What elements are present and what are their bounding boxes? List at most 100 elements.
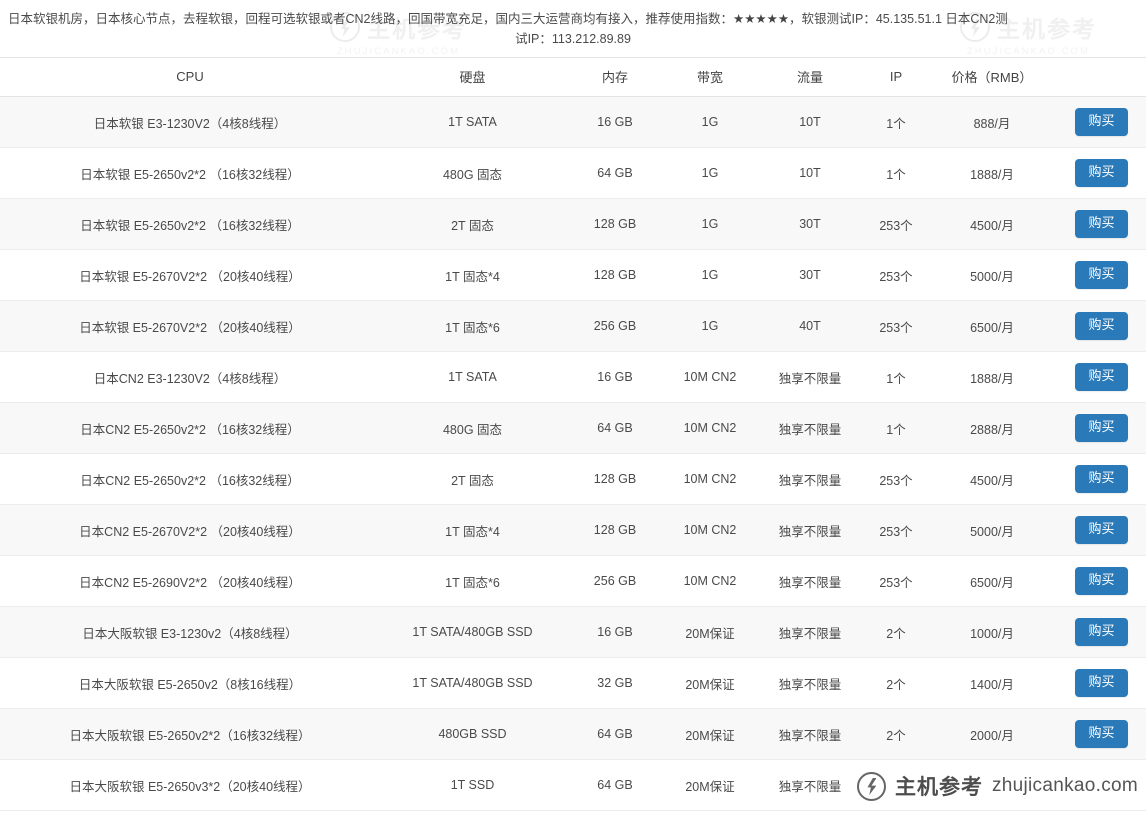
column-header-bandwidth: 带宽 [665, 57, 755, 97]
table-row: 日本软银 E5-2650v2*2 （16核32线程） 2T 固态 128 GB 1G 3… [0, 198, 1146, 250]
site-brand-logo: 主机参考 zhujicankao.com [843, 771, 1138, 801]
cell-ip: 1个 [865, 351, 927, 403]
cell-ip: 253个 [865, 453, 927, 505]
table-row: 日本CN2 E3-1230V2（4核8线程） 1T SATA 16 GB 10M CN… [0, 351, 1146, 403]
cell-traffic: 40T [755, 300, 865, 352]
cell-disk: 1T 固态*6 [380, 555, 565, 607]
cell-memory: 64 GB [565, 147, 665, 199]
cell-bandwidth: 10M CN2 [665, 453, 755, 505]
description-text-tail: ，软银测试IP：45.135.51.1 日本CN2测 [789, 12, 1008, 26]
cell-disk: 480G 固态 [380, 147, 565, 199]
cell-memory: 128 GB [565, 249, 665, 301]
cell-memory: 128 GB [565, 504, 665, 556]
cell-cpu: 日本软银 E5-2670V2*2 （20核40线程） [0, 300, 380, 352]
table-row: 日本软银 E3-1230V2（4核8线程） 1T SATA 16 GB 1G 10T 1个… [0, 96, 1146, 148]
column-header-ip: IP [865, 57, 927, 97]
buy-button[interactable]: 购买 [1075, 516, 1128, 544]
cell-traffic: 30T [755, 249, 865, 301]
table-row: 日本大阪软银 E5-2650v2*2（16核32线程） 480GB SSD 64 G… [0, 708, 1146, 760]
cell-bandwidth: 20M保证 [665, 657, 755, 709]
cell-bandwidth: 20M保证 [665, 708, 755, 760]
cell-ip: 1个 [865, 147, 927, 199]
buy-button[interactable]: 购买 [1075, 312, 1128, 340]
cell-action: 购买 [1057, 300, 1146, 352]
cell-memory: 16 GB [565, 96, 665, 148]
cell-disk: 2T 固态 [380, 198, 565, 250]
cell-cpu: 日本CN2 E5-2670V2*2 （20核40线程） [0, 504, 380, 556]
cell-disk: 1T SATA [380, 351, 565, 403]
column-header-disk: 硬盘 [380, 57, 565, 97]
cell-bandwidth: 10M CN2 [665, 351, 755, 403]
buy-button[interactable]: 购买 [1075, 567, 1128, 595]
cell-price: 1888/月 [927, 351, 1057, 403]
buy-button[interactable]: 购买 [1075, 720, 1128, 748]
pricing-page: 主机参考ZHUJICANKAO.COM主机参考ZHUJICANKAO.COM主机… [0, 0, 1146, 819]
cell-cpu: 日本软银 E5-2650v2*2 （16核32线程） [0, 147, 380, 199]
table-row: 日本大阪软银 E3-1230v2（4核8线程） 1T SATA/480GB SSD… [0, 606, 1146, 658]
cell-ip: 253个 [865, 249, 927, 301]
buy-button[interactable]: 购买 [1075, 108, 1128, 136]
cell-price: 2888/月 [927, 402, 1057, 454]
cell-action: 购买 [1057, 147, 1146, 199]
cell-bandwidth: 1G [665, 96, 755, 148]
column-header-cpu: CPU [0, 57, 380, 97]
cell-memory: 16 GB [565, 606, 665, 658]
cell-action: 购买 [1057, 555, 1146, 607]
cell-action: 购买 [1057, 708, 1146, 760]
table-row: 日本软银 E5-2670V2*2 （20核40线程） 1T 固态*4 128 GB 1… [0, 249, 1146, 301]
cell-disk: 1T SATA/480GB SSD [380, 657, 565, 709]
buy-button[interactable]: 购买 [1075, 414, 1128, 442]
cell-price: 4500/月 [927, 453, 1057, 505]
cell-action: 购买 [1057, 198, 1146, 250]
table-header: CPU 硬盘 内存 带宽 流量 IP 价格（RMB） [0, 57, 1146, 97]
cell-bandwidth: 1G [665, 300, 755, 352]
rating-stars: ★★★★★ [733, 12, 790, 26]
cell-cpu: 日本CN2 E5-2650v2*2 （16核32线程） [0, 402, 380, 454]
cell-bandwidth: 10M CN2 [665, 402, 755, 454]
cell-memory: 128 GB [565, 453, 665, 505]
cell-cpu: 日本软银 E3-1230V2（4核8线程） [0, 96, 380, 148]
description-line-1: 日本软银机房，日本核心节点，去程软银，回程可选软银或者CN2线路，回国带宽充足，… [8, 9, 1138, 29]
cell-cpu: 日本大阪软银 E5-2650v3*2（20核40线程） [0, 759, 380, 811]
cell-disk: 1T SATA/480GB SSD [380, 606, 565, 658]
cell-memory: 128 GB [565, 198, 665, 250]
cell-ip: 253个 [865, 504, 927, 556]
cell-disk: 1T 固态*6 [380, 300, 565, 352]
cell-action: 购买 [1057, 657, 1146, 709]
cell-price: 888/月 [927, 96, 1057, 148]
buy-button[interactable]: 购买 [1075, 159, 1128, 187]
cell-price: 2000/月 [927, 708, 1057, 760]
buy-button[interactable]: 购买 [1075, 465, 1128, 493]
buy-button[interactable]: 购买 [1075, 618, 1128, 646]
description-text-head: 日本软银机房，日本核心节点，去程软银，回程可选软银或者CN2线路，回国带宽充足，… [8, 12, 734, 26]
cell-bandwidth: 10M CN2 [665, 504, 755, 556]
cell-ip: 253个 [865, 300, 927, 352]
cell-disk: 1T SATA [380, 96, 565, 148]
cell-ip: 253个 [865, 198, 927, 250]
table-body: 日本软银 E3-1230V2（4核8线程） 1T SATA 16 GB 1G 10T 1个… [0, 96, 1146, 811]
cell-ip: 1个 [865, 402, 927, 454]
cell-memory: 32 GB [565, 657, 665, 709]
cell-traffic: 独享不限量 [755, 606, 865, 658]
cell-disk: 480GB SSD [380, 708, 565, 760]
buy-button[interactable]: 购买 [1075, 261, 1128, 289]
brand-domain: zhujicankao.com [991, 775, 1138, 796]
cell-disk: 2T 固态 [380, 453, 565, 505]
table-row: 日本软银 E5-2650v2*2 （16核32线程） 480G 固态 64 GB 1G… [0, 147, 1146, 199]
cell-price: 5000/月 [927, 504, 1057, 556]
cell-action: 购买 [1057, 504, 1146, 556]
cell-ip: 2个 [865, 606, 927, 658]
cell-bandwidth: 20M保证 [665, 759, 755, 811]
cell-bandwidth: 1G [665, 249, 755, 301]
cell-price: 1400/月 [927, 657, 1057, 709]
cell-action: 购买 [1057, 249, 1146, 301]
buy-button[interactable]: 购买 [1075, 363, 1128, 391]
cell-traffic: 独享不限量 [755, 351, 865, 403]
server-pricing-table: CPU 硬盘 内存 带宽 流量 IP 价格（RMB） 日本软银 E3-1230V… [0, 57, 1146, 811]
cell-disk: 1T 固态*4 [380, 504, 565, 556]
buy-button[interactable]: 购买 [1075, 210, 1128, 238]
buy-button[interactable]: 购买 [1075, 669, 1128, 697]
cell-price: 1000/月 [927, 606, 1057, 658]
page-description: 日本软银机房，日本核心节点，去程软银，回程可选软银或者CN2线路，回国带宽充足，… [0, 0, 1146, 57]
cell-ip: 253个 [865, 555, 927, 607]
